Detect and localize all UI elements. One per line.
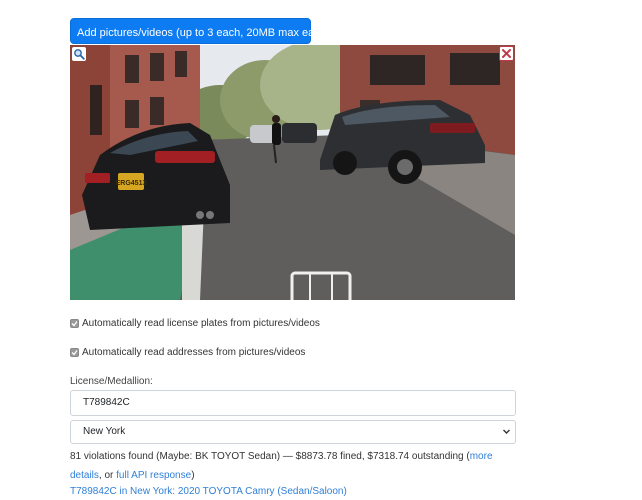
add-media-button[interactable]: Add pictures/videos (up to 3 each, 20MB …: [70, 18, 330, 44]
license-plate-text: ERG4513: [116, 180, 147, 187]
zoom-button[interactable]: [72, 47, 86, 61]
read-plates-option[interactable]: Automatically read license plates from p…: [70, 318, 320, 329]
summary-separator: , or: [98, 470, 117, 481]
read-plates-checkbox[interactable]: [70, 319, 79, 328]
report-form: Add pictures/videos (up to 3 each, 20MB …: [0, 0, 642, 500]
violations-summary: 81 violations found (Maybe: BK TOYOT Sed…: [70, 447, 520, 485]
remove-photo-button[interactable]: [499, 46, 514, 61]
read-addresses-option[interactable]: Automatically read addresses from pictur…: [70, 347, 305, 358]
read-plates-label: Automatically read license plates from p…: [82, 318, 320, 329]
summary-closing: ): [191, 470, 195, 481]
read-addresses-checkbox[interactable]: [70, 348, 79, 357]
checkmark-icon: [71, 350, 78, 356]
checkmark-icon: [71, 321, 78, 327]
state-select-value: New York: [83, 426, 126, 437]
uploaded-photo[interactable]: ERG4513: [70, 45, 515, 300]
close-x-icon: [502, 49, 511, 58]
summary-text: 81 violations found (Maybe: BK TOYOT Sed…: [70, 451, 470, 462]
state-select[interactable]: New York: [70, 420, 516, 444]
magnifier-icon: [74, 49, 85, 60]
read-addresses-label: Automatically read addresses from pictur…: [82, 347, 306, 358]
plate-field-label: License/Medallion:: [70, 376, 153, 387]
chevron-down-icon: [503, 429, 510, 434]
license-plate-input[interactable]: T789842C: [70, 390, 516, 416]
full-api-response-link[interactable]: full API response: [116, 470, 191, 481]
vehicle-info-link[interactable]: T789842C in New York: 2020 TOYOTA Camry …: [70, 486, 347, 497]
